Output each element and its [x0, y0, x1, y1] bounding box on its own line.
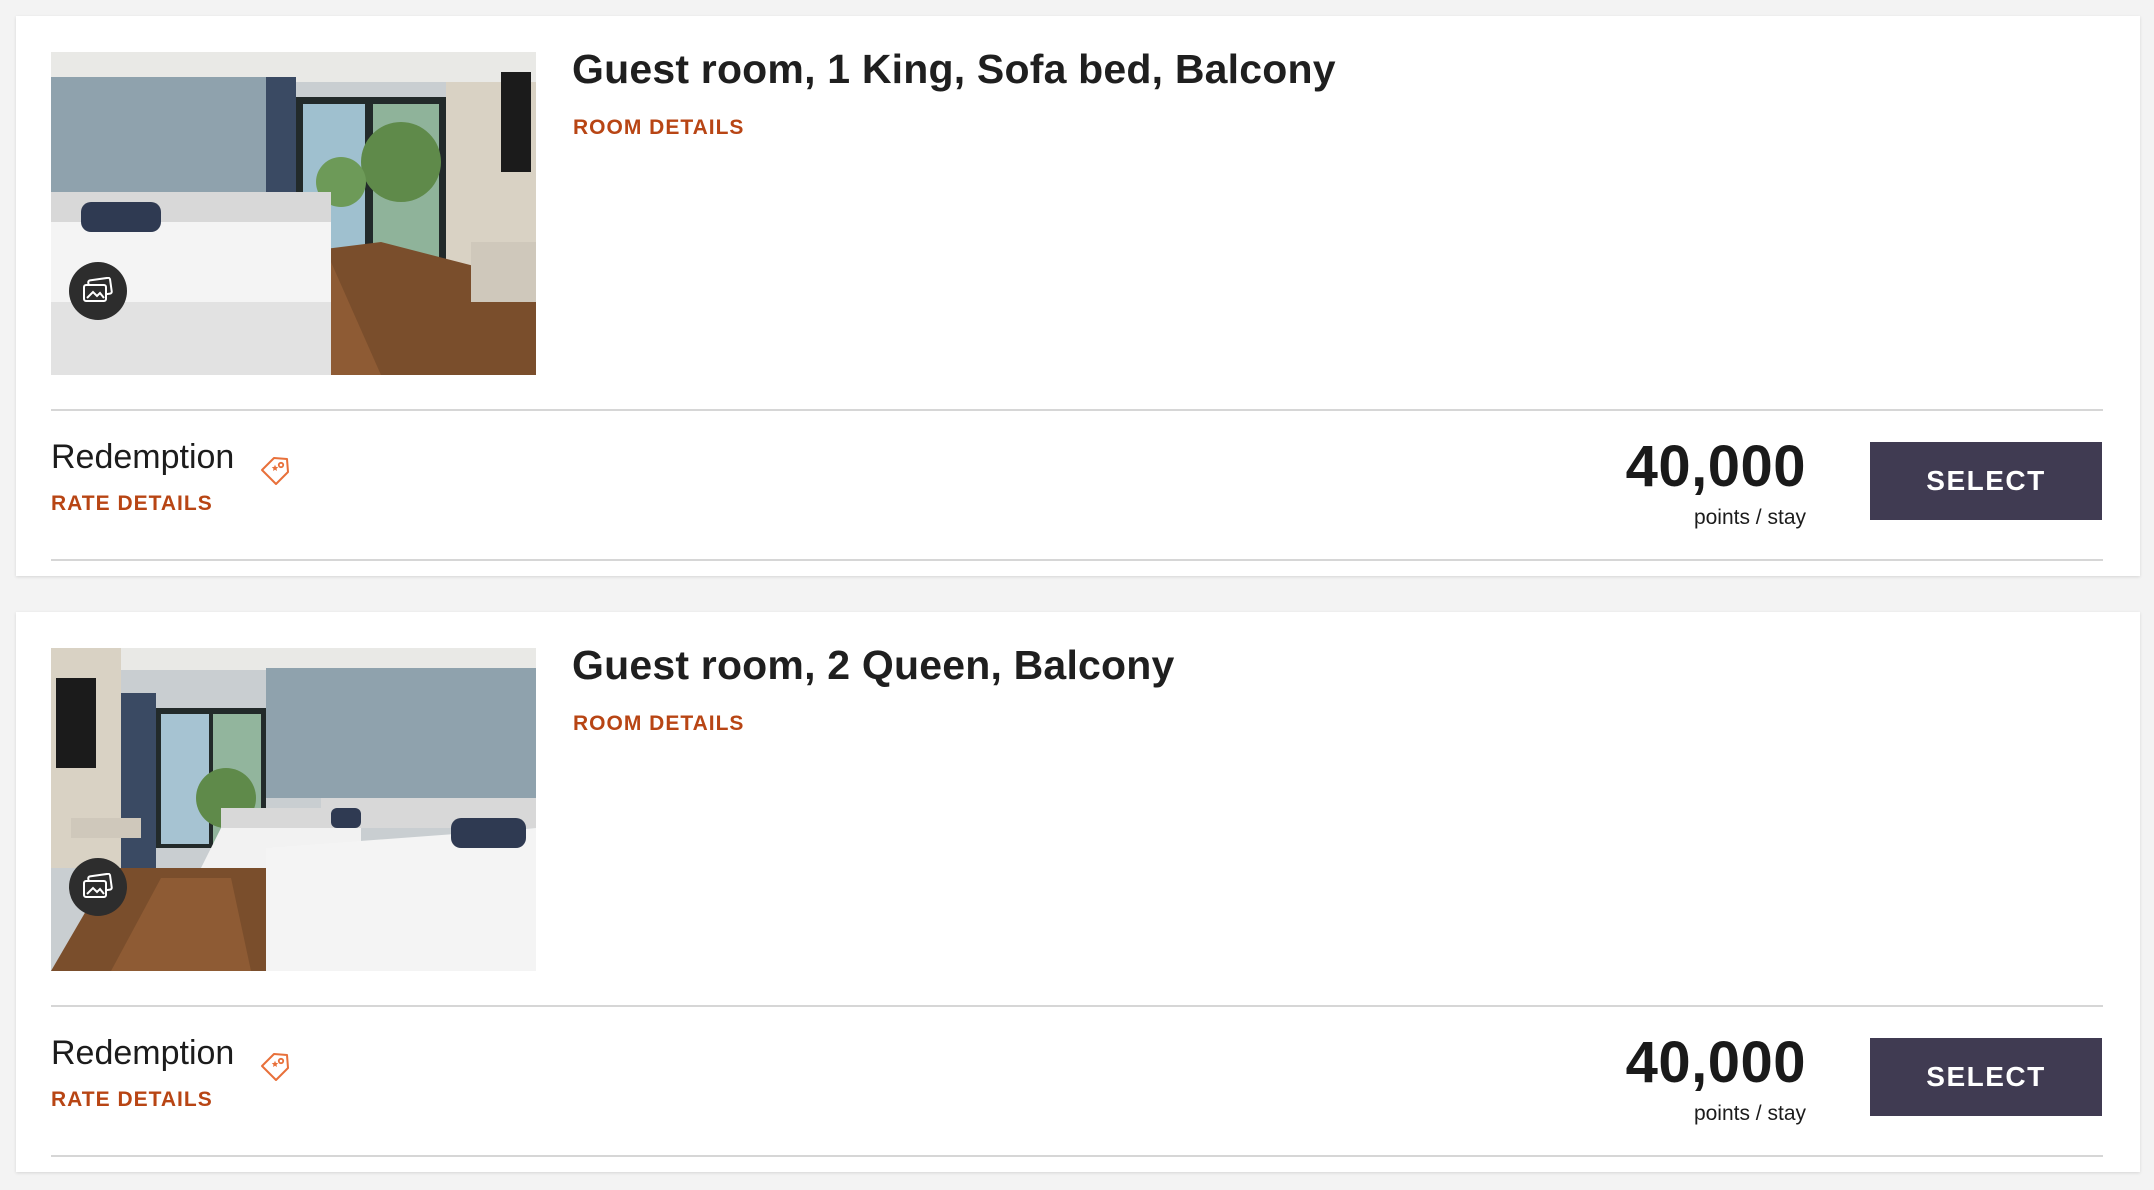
offer-tag-icon: [261, 457, 289, 485]
room-photo[interactable]: [51, 648, 536, 971]
points-amount: 40,000: [1625, 1030, 1806, 1095]
room-card: Guest room, 2 Queen, Balcony ROOM DETAIL…: [16, 612, 2140, 1172]
room-photo-image: [51, 52, 536, 375]
points-unit: points / stay: [1693, 506, 1806, 529]
divider: [51, 1155, 2103, 1157]
divider: [51, 409, 2103, 411]
rate-name: Redemption: [51, 1034, 235, 1072]
select-button[interactable]: SELECT: [1870, 442, 2102, 520]
photo-gallery-icon[interactable]: [69, 262, 127, 320]
select-button[interactable]: SELECT: [1870, 1038, 2102, 1116]
room-photo-image: [51, 648, 536, 971]
rate-details-link[interactable]: RATE DETAILS: [51, 492, 213, 516]
points-amount: 40,000: [1625, 434, 1806, 499]
photo-gallery-icon[interactable]: [69, 858, 127, 916]
room-details-link[interactable]: ROOM DETAILS: [573, 116, 744, 140]
room-title: Guest room, 1 King, Sofa bed, Balcony: [572, 46, 1336, 92]
room-card: Guest room, 1 King, Sofa bed, Balcony RO…: [16, 16, 2140, 576]
divider: [51, 559, 2103, 561]
rate-name: Redemption: [51, 438, 235, 476]
rate-details-link[interactable]: RATE DETAILS: [51, 1088, 213, 1112]
room-details-link[interactable]: ROOM DETAILS: [573, 712, 744, 736]
points-unit: points / stay: [1693, 1102, 1806, 1125]
gallery-glyph-icon: [83, 873, 113, 898]
gallery-glyph-icon: [83, 277, 113, 302]
divider: [51, 1005, 2103, 1007]
room-photo[interactable]: [51, 52, 536, 375]
room-title: Guest room, 2 Queen, Balcony: [572, 642, 1175, 688]
offer-tag-icon: [261, 1053, 289, 1081]
